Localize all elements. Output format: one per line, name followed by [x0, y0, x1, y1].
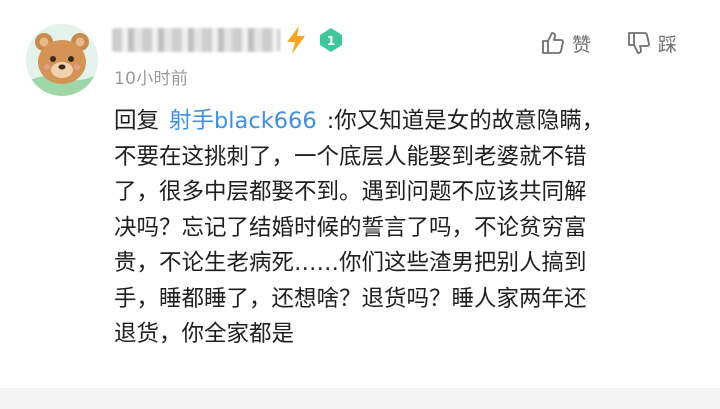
content-line: 退货，你全家都是	[114, 321, 295, 347]
dislike-button[interactable]: 踩	[626, 30, 677, 56]
footer-divider	[0, 388, 720, 409]
level-badge-icon: 1	[320, 28, 342, 52]
thumbs-up-icon	[542, 32, 564, 54]
content-line: 手，睡都睡了，还想啥？退货吗？睡人家两年还	[114, 285, 587, 312]
mention-link[interactable]: 射手black666	[169, 108, 317, 134]
lightning-bolt-icon	[287, 26, 305, 54]
dislike-label: 踩	[658, 33, 678, 56]
content-text: :你又知道是女的故意隐瞒，	[326, 108, 605, 134]
content-line: 回复 射手black666 :你又知道是女的故意隐瞒，	[114, 104, 684, 140]
content-line: 贵，不论生老病死……你们这些渣男把别人搞到	[114, 250, 587, 276]
like-label: 赞	[572, 33, 592, 56]
comment-content: 回复 射手black666 :你又知道是女的故意隐瞒， 不要在这挑刺了，一个底层人能…	[114, 104, 684, 353]
blurred-username[interactable]	[112, 28, 280, 52]
bear-avatar-icon	[26, 24, 98, 96]
like-button[interactable]: 赞	[540, 30, 591, 56]
content-line: 决吗？忘记了结婚时候的誓言了吗，不论贫穷富	[114, 214, 587, 241]
avatar[interactable]	[26, 24, 98, 96]
comment-time: 10小时前	[114, 69, 189, 89]
content-line: 不要在这挑刺了，一个底层人能娶到老婆就不错	[114, 143, 587, 170]
thumbs-down-icon	[628, 32, 650, 54]
username-row[interactable]: 1	[112, 26, 344, 54]
comment-card: 1 10小时前 赞 踩 回复 射手black666 :你又知道是女的故意隐瞒， 不要…	[0, 0, 720, 388]
reply-prefix: 回复	[114, 108, 160, 134]
content-line: 了，很多中层都娶不到。遇到问题不应该共同解	[114, 179, 587, 205]
level-badge-text: 1	[327, 34, 335, 48]
